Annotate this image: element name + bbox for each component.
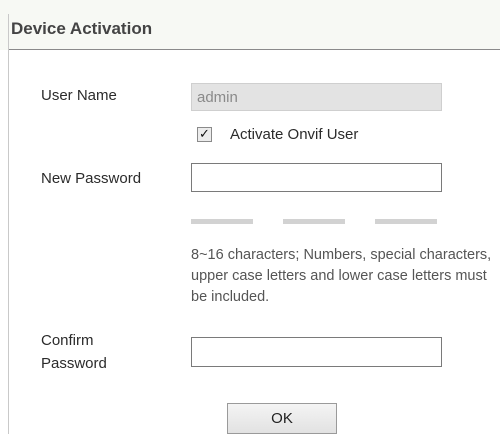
strength-bar-medium <box>283 219 345 224</box>
user-name-label: User Name <box>41 87 117 104</box>
activate-onvif-checkbox[interactable]: ✓ <box>197 127 212 142</box>
title-divider <box>8 49 500 50</box>
confirm-password-label-line2: Password <box>41 355 107 372</box>
strength-bar-strong <box>375 219 437 224</box>
confirm-password-input[interactable] <box>191 337 442 367</box>
password-requirements-hint: 8~16 characters; Numbers, special charac… <box>191 247 492 305</box>
new-password-label: New Password <box>41 170 142 187</box>
dialog-title-bar: Device Activation <box>0 0 500 50</box>
device-activation-dialog: Device Activation User Name ✓ Activate O… <box>0 0 500 434</box>
confirm-password-label-line1: Confirm <box>41 332 94 349</box>
ok-button[interactable]: OK <box>227 403 337 434</box>
dialog-left-border <box>8 14 9 434</box>
dialog-title: Device Activation <box>11 19 153 38</box>
new-password-input[interactable] <box>191 163 442 192</box>
user-name-input[interactable] <box>191 83 442 111</box>
strength-bar-weak <box>191 219 253 224</box>
activate-onvif-label: Activate Onvif User <box>230 126 359 143</box>
